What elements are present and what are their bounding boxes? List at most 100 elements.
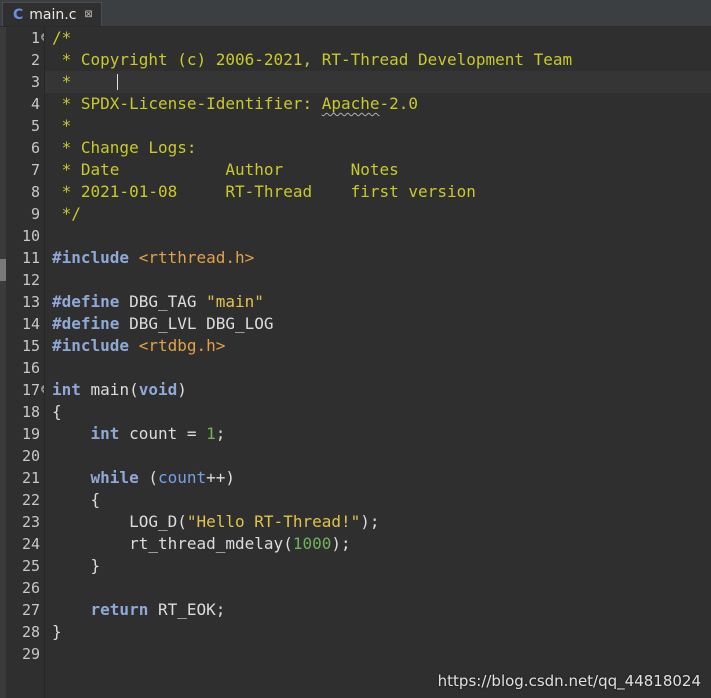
code-token: count — [157, 468, 207, 487]
code-line[interactable]: { — [45, 489, 711, 511]
line-number: 12 — [21, 271, 40, 289]
code-token: RT_EOK; — [148, 600, 226, 619]
code-line[interactable] — [45, 577, 711, 599]
code-line[interactable]: #define DBG_LVL DBG_LOG — [45, 313, 711, 335]
line-number: 8 — [30, 183, 40, 201]
gutter-line: 5 — [6, 115, 40, 137]
code-line[interactable]: */ — [45, 203, 711, 225]
code-token: ); — [360, 512, 380, 531]
line-number: 29 — [21, 645, 40, 663]
code-token: #define — [52, 314, 120, 333]
gutter-line: 10 — [6, 225, 40, 247]
code-line[interactable] — [45, 269, 711, 291]
code-token: ++) — [206, 468, 236, 487]
code-line[interactable]: * 2021-01-08 RT-Thread first version — [45, 181, 711, 203]
line-number: 9 — [30, 205, 40, 223]
code-area[interactable]: /* * Copyright (c) 2006-2021, RT-Thread … — [45, 27, 711, 698]
code-line[interactable]: } — [45, 555, 711, 577]
gutter-line: 4 — [6, 93, 40, 115]
line-number: 16 — [21, 359, 40, 377]
code-line-text: * 2021-01-08 RT-Thread first version — [52, 181, 476, 203]
code-token: * — [52, 72, 72, 91]
code-token: ; — [215, 424, 226, 443]
code-line-text: return RT_EOK; — [52, 599, 226, 621]
gutter-line: 9 — [6, 203, 40, 225]
code-token: DBG_LVL DBG_LOG — [119, 314, 274, 333]
code-line[interactable]: * SPDX-License-Identifier: Apache-2.0 — [45, 93, 711, 115]
code-token: #define — [52, 292, 120, 311]
code-token: while — [90, 468, 139, 487]
code-line[interactable]: #include <rtthread.h> — [45, 247, 711, 269]
line-number: 2 — [30, 51, 40, 69]
code-token: } — [52, 622, 62, 641]
code-token: DBG_TAG — [119, 292, 207, 311]
gutter-line: 25 — [6, 555, 40, 577]
gutter-line: 24 — [6, 533, 40, 555]
code-token: return — [90, 600, 149, 619]
code-line-text: #define DBG_TAG "main" — [52, 291, 264, 313]
code-line[interactable]: int main(void) — [45, 379, 711, 401]
close-tab-icon[interactable]: ⊠ — [84, 9, 92, 20]
code-line[interactable] — [45, 357, 711, 379]
code-token: 1 — [206, 424, 216, 443]
gutter-line: 13 — [6, 291, 40, 313]
code-line-text: while (count++) — [52, 467, 236, 489]
code-line-text: * Date Author Notes — [52, 159, 399, 181]
code-line[interactable]: * Copyright (c) 2006-2021, RT-Thread Dev… — [45, 49, 711, 71]
line-number: 6 — [30, 139, 40, 157]
code-line[interactable]: rt_thread_mdelay(1000); — [45, 533, 711, 555]
line-number: 19 — [21, 425, 40, 443]
code-line[interactable] — [45, 643, 711, 665]
code-line[interactable]: /* — [45, 27, 711, 49]
code-line[interactable] — [45, 225, 711, 247]
gutter-line: 22 — [6, 489, 40, 511]
line-number: 21 — [21, 469, 40, 487]
code-token: * — [52, 116, 72, 135]
code-token: * 2021-01-08 RT-Thread first version — [52, 182, 476, 201]
gutter-line: 26 — [6, 577, 40, 599]
code-line[interactable]: LOG_D("Hello RT-Thread!"); — [45, 511, 711, 533]
gutter-line: 15 — [6, 335, 40, 357]
code-line[interactable]: * — [45, 71, 711, 93]
gutter-line: 1 — [6, 27, 49, 49]
line-number: 1 — [30, 29, 40, 47]
tab-title: main.c — [29, 6, 77, 23]
code-line-text: int main(void) — [52, 379, 187, 401]
gutter-line: 27 — [6, 599, 40, 621]
code-token: 1000 — [292, 534, 332, 553]
tab-main-c[interactable]: C main.c ⊠ — [2, 2, 102, 26]
code-line[interactable]: #define DBG_TAG "main" — [45, 291, 711, 313]
gutter-line: 19 — [6, 423, 40, 445]
gutter-line: 6 — [6, 137, 40, 159]
code-line-text: /* — [52, 27, 71, 49]
code-line[interactable]: * — [45, 115, 711, 137]
code-line[interactable]: while (count++) — [45, 467, 711, 489]
line-number: 24 — [21, 535, 40, 553]
code-line[interactable]: * Date Author Notes — [45, 159, 711, 181]
code-token: ( — [138, 468, 158, 487]
line-number: 11 — [21, 249, 40, 267]
code-line-text: * SPDX-License-Identifier: Apache-2.0 — [52, 93, 418, 115]
line-number: 7 — [30, 161, 40, 179]
gutter-line: 28 — [6, 621, 40, 643]
gutter-line: 7 — [6, 159, 40, 181]
code-line[interactable]: return RT_EOK; — [45, 599, 711, 621]
code-token: * SPDX-License-Identifier: — [52, 94, 322, 113]
gutter-line: 21 — [6, 467, 40, 489]
code-line[interactable]: { — [45, 401, 711, 423]
gutter-line: 12 — [6, 269, 40, 291]
line-number: 17 — [21, 381, 40, 399]
code-line-text: } — [52, 621, 62, 643]
code-line[interactable] — [45, 445, 711, 467]
code-token: -2.0 — [379, 94, 419, 113]
code-line[interactable]: int count = 1; — [45, 423, 711, 445]
code-line-text: } — [52, 555, 101, 577]
code-line[interactable]: * Change Logs: — [45, 137, 711, 159]
code-line[interactable]: #include <rtdbg.h> — [45, 335, 711, 357]
line-number: 27 — [21, 601, 40, 619]
code-line-text: { — [52, 489, 101, 511]
code-line[interactable]: } — [45, 621, 711, 643]
